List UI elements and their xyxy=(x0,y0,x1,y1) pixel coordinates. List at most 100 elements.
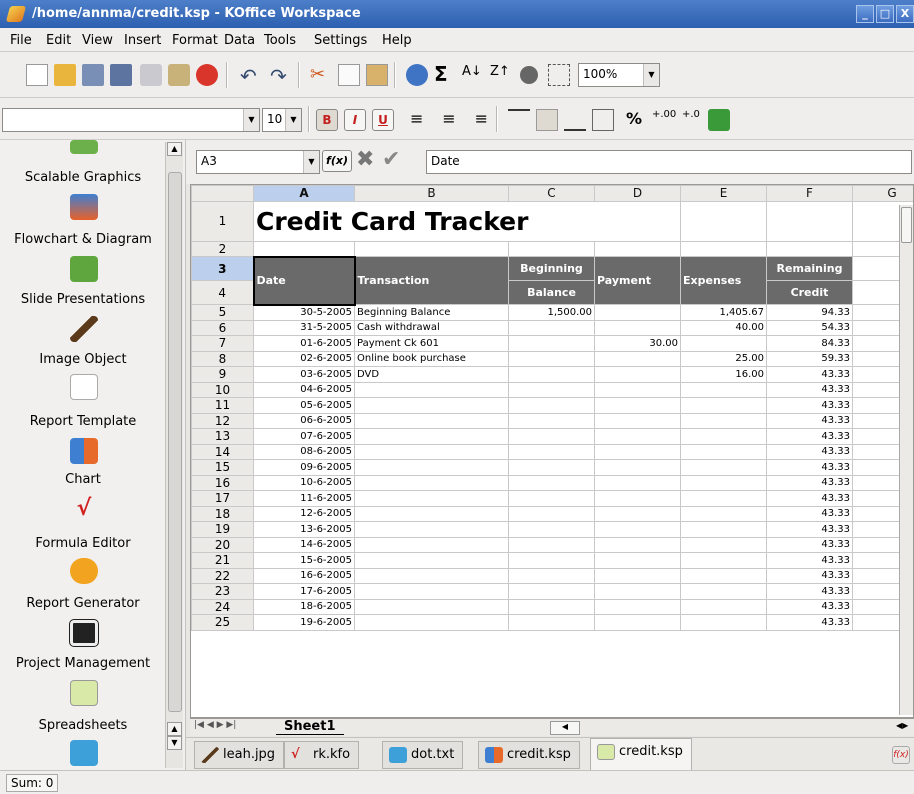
cell-beginning-balance[interactable] xyxy=(508,474,595,491)
doc-tab-rk-kfo[interactable]: √ rk.kfo xyxy=(284,741,360,769)
paste-icon[interactable] xyxy=(366,64,388,86)
table-row[interactable]: 13 07-6-2005 43.33 xyxy=(191,428,913,445)
sidebar-item-scalable-graphics[interactable]: Scalable Graphics xyxy=(0,170,166,185)
cell-date[interactable]: 11-6-2005 xyxy=(253,490,355,507)
table-row[interactable]: 14 08-6-2005 43.33 xyxy=(191,443,913,460)
cell-date[interactable]: 08-6-2005 xyxy=(253,443,355,460)
spreadsheets-icon[interactable] xyxy=(70,680,98,706)
sidebar-item-report-template[interactable]: Report Template xyxy=(0,414,166,429)
cell-expenses[interactable]: 25.00 xyxy=(680,350,767,367)
maximize-button[interactable]: □ xyxy=(876,5,894,23)
flowchart-icon[interactable] xyxy=(70,194,98,220)
row-header[interactable]: 3 xyxy=(191,256,254,281)
sort-descending-icon[interactable]: Z↑ xyxy=(490,64,512,86)
row-header[interactable]: 2 xyxy=(191,240,254,257)
row-header[interactable]: 7 xyxy=(191,335,254,352)
minimize-button[interactable]: _ xyxy=(856,5,874,23)
cell-payment[interactable] xyxy=(594,459,681,476)
sum-icon[interactable]: Σ xyxy=(434,62,456,86)
cell-expenses[interactable] xyxy=(680,536,767,553)
cell-beginning-balance[interactable] xyxy=(508,567,595,584)
cell-expenses[interactable] xyxy=(680,412,767,429)
table-row[interactable]: 6 31-5-2005 Cash withdrawal 40.00 54.33 xyxy=(191,319,913,336)
cell-payment[interactable] xyxy=(594,536,681,553)
scroll-down-icon[interactable]: ▼ xyxy=(167,736,182,750)
cell-remaining-credit[interactable]: 43.33 xyxy=(766,614,853,631)
row-header[interactable]: 22 xyxy=(191,567,254,584)
cell-expenses[interactable] xyxy=(680,335,767,352)
table-row[interactable]: 17 11-6-2005 43.33 xyxy=(191,490,913,507)
cell-beginning-balance[interactable]: 1,500.00 xyxy=(508,304,595,321)
font-name-combo[interactable]: ▼ xyxy=(2,108,260,132)
save-as-icon[interactable] xyxy=(110,64,132,86)
cell-remaining-credit[interactable]: 43.33 xyxy=(766,397,853,414)
row-header[interactable]: 13 xyxy=(191,428,254,445)
menu-insert[interactable]: Insert xyxy=(124,33,161,48)
table-row[interactable]: 9 03-6-2005 DVD 16.00 43.33 xyxy=(191,366,913,383)
cell-remaining-credit[interactable]: 43.33 xyxy=(766,552,853,569)
cell-transaction[interactable] xyxy=(354,521,509,538)
cell-remaining-credit[interactable]: 43.33 xyxy=(766,536,853,553)
row-header[interactable]: 6 xyxy=(191,319,254,336)
cell-payment[interactable] xyxy=(594,474,681,491)
header-expenses[interactable]: Expenses xyxy=(680,256,767,305)
cell-expenses[interactable] xyxy=(680,598,767,615)
sidebar-item-chart[interactable]: Chart xyxy=(0,472,166,487)
cell-expenses[interactable] xyxy=(680,521,767,538)
cell-payment[interactable] xyxy=(594,614,681,631)
table-row[interactable]: 22 16-6-2005 43.33 xyxy=(191,567,913,584)
cell-beginning-balance[interactable] xyxy=(508,598,595,615)
cell-remaining-credit[interactable]: 43.33 xyxy=(766,490,853,507)
menu-help[interactable]: Help xyxy=(382,33,412,48)
menu-format[interactable]: Format xyxy=(172,33,218,48)
cell-expenses[interactable] xyxy=(680,583,767,600)
cell-transaction[interactable] xyxy=(354,536,509,553)
cell-remaining-credit[interactable]: 84.33 xyxy=(766,335,853,352)
header-date[interactable]: Date xyxy=(252,255,356,306)
header-balance[interactable]: Balance xyxy=(508,280,595,305)
row-header[interactable]: 14 xyxy=(191,443,254,460)
cell-transaction[interactable] xyxy=(354,598,509,615)
cell-remaining-credit[interactable]: 43.33 xyxy=(766,598,853,615)
cell-expenses[interactable] xyxy=(680,443,767,460)
table-row[interactable]: 5 30-5-2005 Beginning Balance 1,500.00 1,405… xyxy=(191,304,913,321)
menu-edit[interactable]: Edit xyxy=(46,33,71,48)
table-row[interactable]: 25 19-6-2005 43.33 xyxy=(191,614,913,631)
cell-transaction[interactable] xyxy=(354,428,509,445)
header-payment[interactable]: Payment xyxy=(594,256,681,305)
row-header[interactable]: 20 xyxy=(191,536,254,553)
doc-tab-credit-ksp[interactable]: credit.ksp xyxy=(478,741,580,769)
table-row[interactable]: 7 01-6-2005 Payment Ck 601 30.00 84.33 xyxy=(191,335,913,352)
report-generator-icon[interactable] xyxy=(70,558,98,584)
table-row[interactable]: 19 13-6-2005 43.33 xyxy=(191,521,913,538)
print-icon[interactable] xyxy=(140,64,162,86)
scroll-up-icon[interactable]: ▲ xyxy=(167,142,182,156)
corner-cell[interactable] xyxy=(191,185,254,202)
row-header[interactable]: 11 xyxy=(191,397,254,414)
cell-expenses[interactable]: 16.00 xyxy=(680,366,767,383)
cell-expenses[interactable] xyxy=(680,459,767,476)
paintbrush-icon[interactable] xyxy=(70,316,98,342)
undo-icon[interactable]: ↶ xyxy=(240,64,262,88)
column-header[interactable]: F xyxy=(766,185,853,202)
cell-transaction[interactable] xyxy=(354,614,509,631)
cell-date[interactable]: 31-5-2005 xyxy=(253,319,355,336)
cell-remaining-credit[interactable]: 43.33 xyxy=(766,381,853,398)
spreadsheet-grid[interactable]: A B C D E F G 1 Credit Card Tracker 2 3 … xyxy=(190,184,914,718)
row-header[interactable]: 24 xyxy=(191,598,254,615)
cell-beginning-balance[interactable] xyxy=(508,459,595,476)
cell-payment[interactable] xyxy=(594,350,681,367)
cell-transaction[interactable] xyxy=(354,443,509,460)
cell-remaining-credit[interactable]: 43.33 xyxy=(766,412,853,429)
chevron-down-icon[interactable]: ▼ xyxy=(643,64,659,86)
cell-remaining-credit[interactable]: 43.33 xyxy=(766,428,853,445)
sidebar-item-report-generator[interactable]: Report Generator xyxy=(0,596,166,611)
cell-beginning-balance[interactable] xyxy=(508,412,595,429)
cell-payment[interactable] xyxy=(594,598,681,615)
row-header[interactable]: 5 xyxy=(191,304,254,321)
increase-precision-icon[interactable]: +.00 xyxy=(652,109,676,131)
cell-expenses[interactable] xyxy=(680,505,767,522)
cell-remaining-credit[interactable]: 43.33 xyxy=(766,366,853,383)
chevron-down-icon[interactable]: ▼ xyxy=(243,109,259,131)
cell-transaction[interactable]: Payment Ck 601 xyxy=(354,335,509,352)
